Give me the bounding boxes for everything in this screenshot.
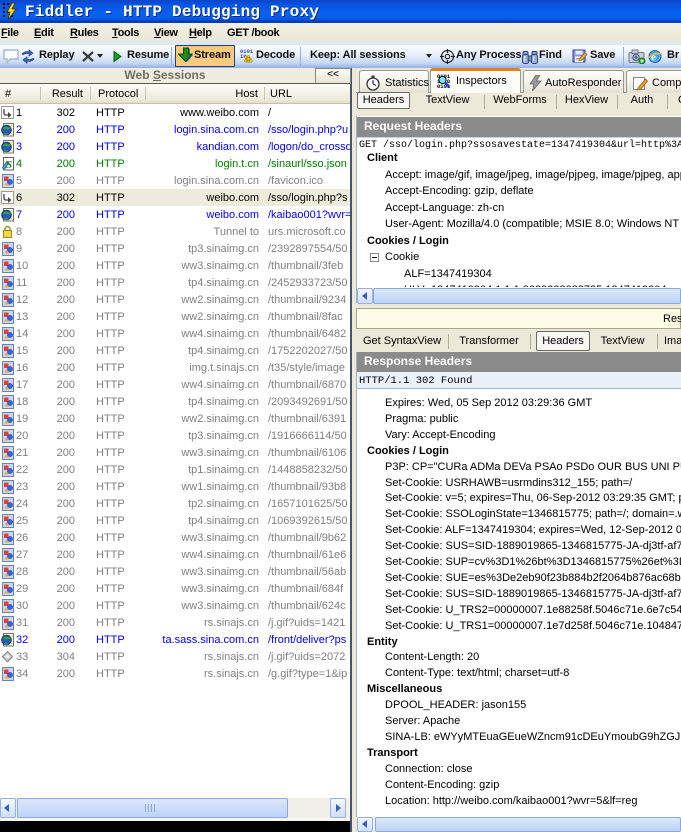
svg-text:S: S [6,159,12,171]
